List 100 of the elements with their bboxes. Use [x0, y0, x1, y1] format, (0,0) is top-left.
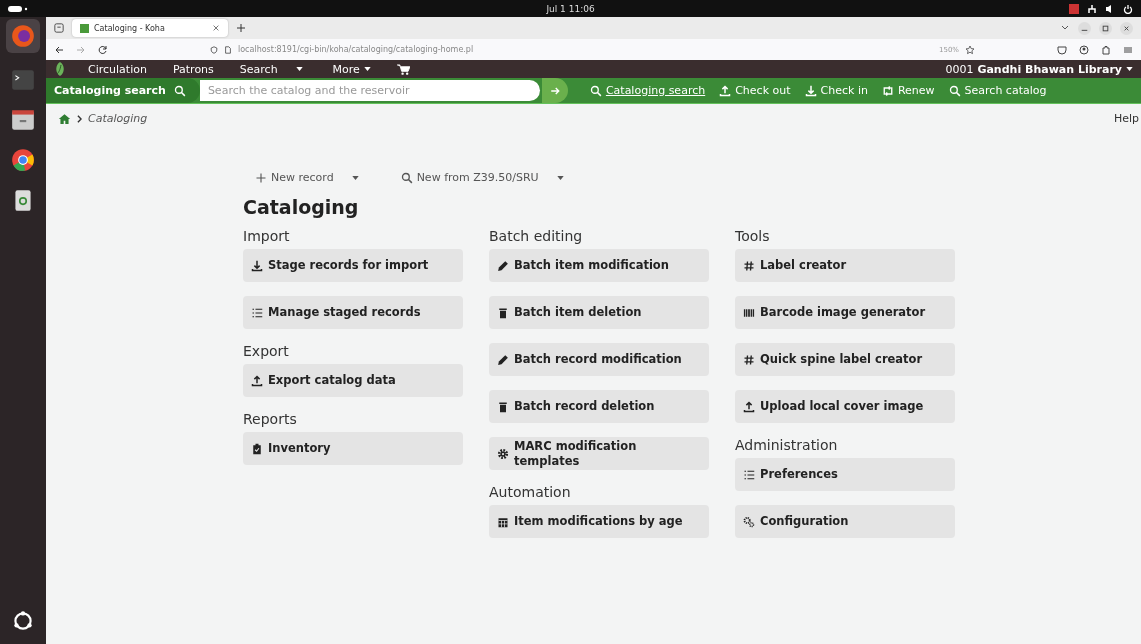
reload-icon[interactable]: [98, 44, 108, 55]
tool-button[interactable]: Quick spine label creator: [735, 343, 955, 376]
calendar-icon: [497, 515, 509, 528]
caret-icon[interactable]: [295, 67, 303, 71]
section-heading: Batch editing: [489, 228, 584, 244]
tab-list-icon[interactable]: [54, 23, 64, 33]
list-icon: [251, 306, 263, 319]
section-heading: Export: [243, 343, 290, 359]
browser-app-icon[interactable]: [6, 19, 40, 53]
page-icon: [224, 45, 232, 54]
record-indicator-icon[interactable]: [1069, 3, 1079, 14]
tool-button[interactable]: Upload local cover image: [735, 390, 955, 423]
tool-button[interactable]: Export catalog data: [243, 364, 463, 397]
menu-icon[interactable]: [1123, 44, 1133, 55]
chrome-app-icon[interactable]: [10, 147, 36, 173]
files-app-icon[interactable]: [10, 107, 36, 133]
search-tab[interactable]: Check out: [719, 84, 791, 97]
search-icon: [948, 84, 961, 97]
section-heading: Administration: [735, 437, 839, 453]
toolbar-dropdown-button[interactable]: New record: [243, 167, 371, 188]
tool-button[interactable]: Batch record modification: [489, 343, 709, 376]
download-icon: [251, 259, 263, 272]
tool-button[interactable]: Barcode image generator: [735, 296, 955, 329]
library-menu[interactable]: 0001 Gandhi Bhawan Library: [945, 62, 1133, 76]
breadcrumb-current: Cataloging: [88, 112, 148, 125]
section-heading: Import: [243, 228, 291, 244]
upload-icon: [251, 374, 263, 387]
leaf-logo-icon[interactable]: [54, 61, 66, 77]
gear-icon: [497, 447, 509, 460]
plus-icon: [255, 171, 267, 184]
tool-button[interactable]: Preferences: [735, 458, 955, 491]
nav-link[interactable]: Circulation: [88, 62, 147, 76]
close-icon[interactable]: [212, 24, 220, 32]
caret-icon: [1126, 67, 1133, 71]
list-icon: [743, 468, 755, 481]
close-icon[interactable]: [1120, 21, 1133, 35]
help-link[interactable]: Help: [1113, 112, 1139, 125]
upload-icon: [743, 400, 755, 413]
gears-icon: [743, 515, 755, 528]
shield-icon: [210, 45, 218, 54]
pencil-icon: [497, 259, 509, 272]
tool-button[interactable]: Label creator: [735, 249, 955, 282]
account-icon[interactable]: [1079, 44, 1089, 55]
url-text: localhost:8191/cgi-bin/koha/cataloging/cataloging-home.pl: [238, 45, 474, 54]
tool-button[interactable]: Item modifications by age: [489, 505, 709, 538]
search-tab[interactable]: Cataloging search: [589, 84, 706, 97]
repeat-icon: [881, 84, 894, 97]
download-icon: [804, 84, 817, 97]
nav-menu[interactable]: More: [332, 62, 371, 76]
terminal-app-icon[interactable]: [10, 67, 36, 93]
toolbar-dropdown-button[interactable]: New from Z39.50/SRU: [388, 167, 576, 188]
tool-button[interactable]: Inventory: [243, 432, 463, 465]
power-icon[interactable]: [1123, 3, 1133, 14]
trash-icon: [497, 400, 509, 413]
hash-icon: [743, 259, 755, 272]
hash-icon: [743, 353, 755, 366]
nav-link[interactable]: Patrons: [172, 62, 214, 76]
search-tab[interactable]: Search catalog: [948, 84, 1047, 97]
activities-icon: [8, 4, 28, 13]
caret-icon: [363, 67, 371, 71]
search-icon: [589, 84, 602, 97]
section-heading: Tools: [735, 228, 771, 244]
home-icon[interactable]: [58, 112, 71, 125]
search-icon: [173, 84, 186, 97]
maximize-icon[interactable]: [1099, 21, 1112, 35]
tool-button[interactable]: Stage records for import: [243, 249, 463, 282]
tool-button[interactable]: Batch item deletion: [489, 296, 709, 329]
page-title: Cataloging: [243, 196, 360, 218]
search-type-selector[interactable]: Cataloging search: [46, 78, 200, 103]
upload-icon: [719, 84, 732, 97]
cart-icon[interactable]: [396, 63, 410, 75]
pocket-icon[interactable]: [1057, 44, 1067, 55]
search-tab[interactable]: Check in: [804, 84, 868, 97]
browser-tab[interactable]: Cataloging - Koha: [72, 19, 228, 37]
caret-icon: [351, 175, 359, 180]
search-icon: [400, 171, 413, 184]
chevron-right-icon: [77, 114, 82, 123]
pencil-icon: [497, 353, 509, 366]
submit-button[interactable]: [541, 78, 568, 103]
tool-button[interactable]: MARC modification templates: [489, 437, 709, 470]
back-icon[interactable]: [54, 44, 64, 55]
search-tab[interactable]: Renew: [881, 84, 935, 97]
section-heading: Reports: [243, 411, 298, 427]
trash-icon: [497, 306, 509, 319]
tool-button[interactable]: Batch record deletion: [489, 390, 709, 423]
barcode-icon: [743, 306, 755, 319]
star-icon[interactable]: [965, 44, 975, 55]
clipboard-icon: [251, 442, 263, 455]
tool-button[interactable]: Configuration: [735, 505, 955, 538]
extensions-icon[interactable]: [1101, 44, 1111, 55]
network-icon[interactable]: [1087, 3, 1097, 14]
minimize-icon[interactable]: [1078, 21, 1091, 35]
clock[interactable]: Jul 1 11:06: [546, 3, 595, 14]
new-tab-icon[interactable]: [236, 23, 246, 33]
favicon-icon: [80, 23, 89, 33]
tool-button[interactable]: Batch item modification: [489, 249, 709, 282]
nav-link[interactable]: Search: [239, 62, 278, 76]
section-heading: Automation: [489, 484, 572, 500]
tab-title: Cataloging - Koha: [94, 23, 166, 33]
tool-button[interactable]: Manage staged records: [243, 296, 463, 329]
